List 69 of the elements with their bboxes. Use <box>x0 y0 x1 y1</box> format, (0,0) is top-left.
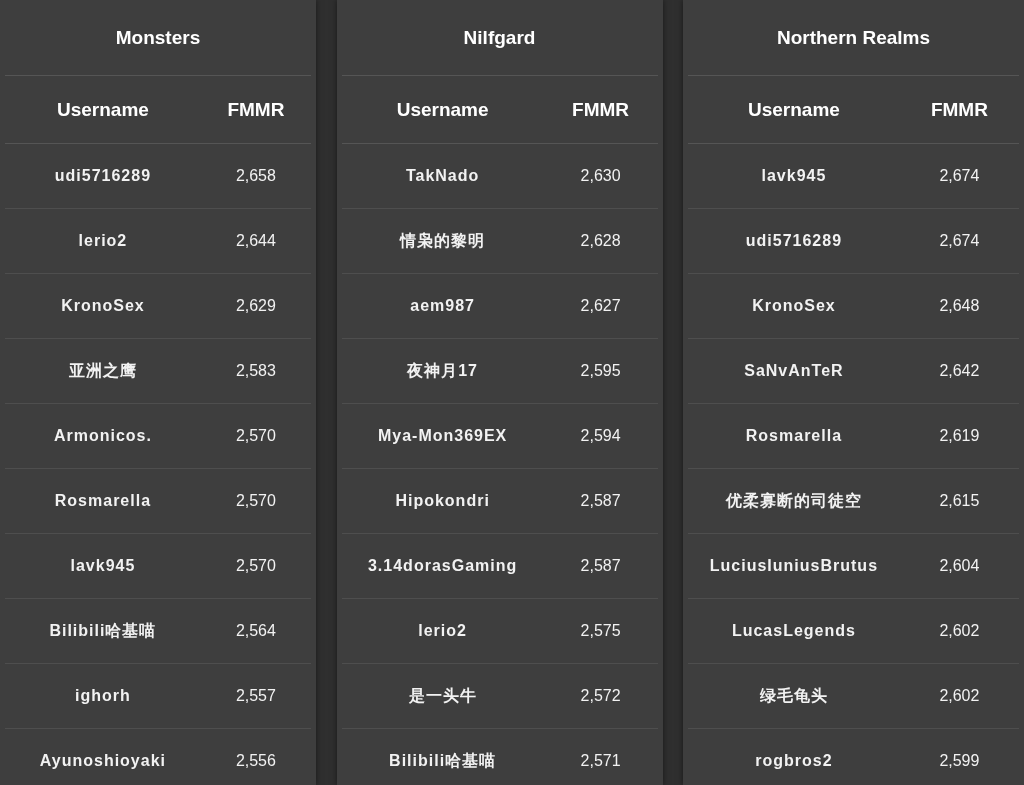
fmmr-cell: 2,583 <box>235 362 276 380</box>
fmmr-cell: 2,629 <box>235 297 276 315</box>
fmmr-cell: 2,564 <box>235 622 276 640</box>
username-cell: Armonicos. <box>53 427 152 445</box>
fmmr-cell: 2,604 <box>939 557 980 575</box>
fmmr-cell: 2,630 <box>580 167 621 185</box>
username-cell: rogbros2 <box>755 752 833 770</box>
username-cell: Rosmarella <box>54 492 152 510</box>
username-cell: lavk945 <box>761 167 827 185</box>
fmmr-cell: 2,557 <box>235 687 276 705</box>
username-cell: Rosmarella <box>745 427 843 445</box>
username-cell: lerio2 <box>418 622 467 640</box>
fmmr-cell: 2,648 <box>939 297 980 315</box>
fmmr-cell: 2,674 <box>939 232 980 250</box>
fmmr-cell: 2,575 <box>580 622 621 640</box>
fmmr-cell: 2,627 <box>580 297 621 315</box>
table-title: Northern Realms <box>688 0 1019 76</box>
table-title: Nilfgard <box>341 0 658 76</box>
column-header: Username <box>747 98 840 121</box>
username-cell: Hipokondri <box>395 492 490 510</box>
username-cell: LucasLegends <box>731 622 856 640</box>
username-cell: KronoSex <box>61 297 145 315</box>
username-cell: SaNvAnTeR <box>744 362 844 380</box>
column-header: Username <box>56 98 149 121</box>
username-cell-text: 绿毛龟头 <box>759 685 828 706</box>
username-cell: 3.14dorasGaming <box>367 557 518 575</box>
username-cell: udi5716289 <box>745 232 843 250</box>
fmmr-cell: 2,572 <box>580 687 621 705</box>
username-cell-text: Bilibili哈基喵 <box>49 620 157 641</box>
username-cell: Ayunoshioyaki <box>39 752 166 770</box>
username-cell: TakNado <box>405 167 480 185</box>
username-cell: KronoSex <box>752 297 836 315</box>
username-cell-text: 是一头牛 <box>408 685 477 706</box>
fmmr-cell: 2,587 <box>580 492 621 510</box>
username-cell-text: 夜神月17 <box>407 360 478 381</box>
fmmr-cell: 2,602 <box>939 622 980 640</box>
fmmr-cell: 2,571 <box>580 752 621 770</box>
column-header: FMMR <box>572 98 630 121</box>
fmmr-cell: 2,619 <box>939 427 980 445</box>
fmmr-cell: 2,642 <box>939 362 980 380</box>
fmmr-cell: 2,658 <box>235 167 276 185</box>
fmmr-cell: 2,644 <box>235 232 276 250</box>
fmmr-cell: 2,628 <box>580 232 621 250</box>
fmmr-cell: 2,594 <box>580 427 621 445</box>
fmmr-cell: 2,570 <box>235 427 276 445</box>
username-cell-text: Bilibili哈基喵 <box>389 750 497 771</box>
username-cell: ighorh <box>75 687 131 705</box>
fmmr-cell: 2,602 <box>939 687 980 705</box>
column-header: Username <box>396 98 489 121</box>
column-header: FMMR <box>227 98 285 121</box>
username-cell-text: 亚洲之鹰 <box>68 360 137 381</box>
fmmr-cell: 2,615 <box>939 492 980 510</box>
username-cell: lavk945 <box>70 557 136 575</box>
username-cell: LuciusIuniusBrutus <box>709 557 879 575</box>
fmmr-cell: 2,595 <box>580 362 621 380</box>
username-cell: lerio2 <box>78 232 128 250</box>
username-cell-text: 情枭的黎明 <box>400 230 486 251</box>
fmmr-cell: 2,570 <box>235 492 276 510</box>
username-cell: Mya-Mon369EX <box>377 427 508 445</box>
table-title: Monsters <box>5 0 311 76</box>
fmmr-cell: 2,587 <box>580 557 621 575</box>
fmmr-cell: 2,556 <box>235 752 276 770</box>
username-cell: udi5716289 <box>54 167 152 185</box>
fmmr-cell: 2,570 <box>235 557 276 575</box>
fmmr-cell: 2,674 <box>939 167 980 185</box>
column-header: FMMR <box>930 98 988 121</box>
fmmr-cell: 2,599 <box>939 752 980 770</box>
username-cell-text: 优柔寡断的司徒空 <box>725 490 862 511</box>
username-cell: aem987 <box>410 297 475 315</box>
